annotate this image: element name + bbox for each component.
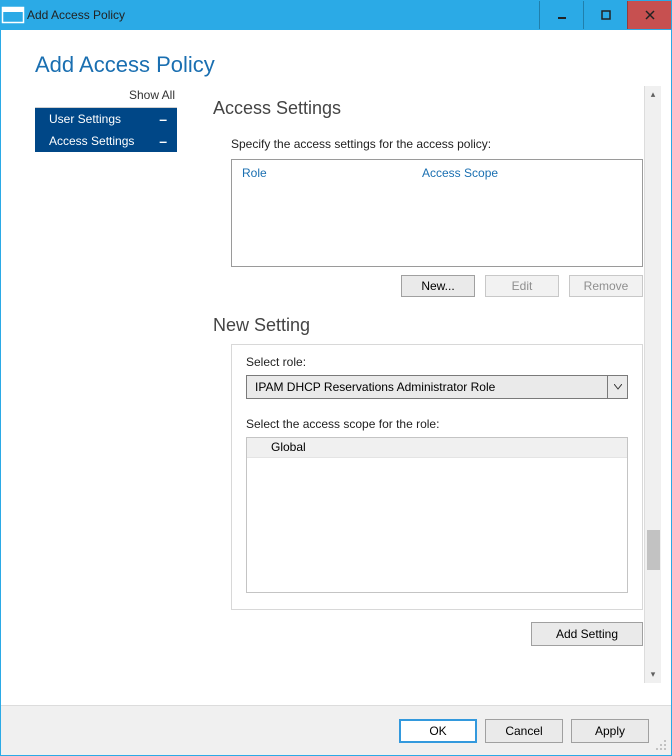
edit-button: Edit: [485, 275, 559, 297]
cancel-button[interactable]: Cancel: [485, 719, 563, 743]
column-header-role[interactable]: Role: [242, 166, 422, 180]
sidebar-item-label: User Settings: [49, 108, 121, 130]
minimize-button[interactable]: [539, 1, 583, 29]
ok-button[interactable]: OK: [399, 719, 477, 743]
role-dropdown-value: IPAM DHCP Reservations Administrator Rol…: [247, 376, 607, 398]
scroll-up-icon[interactable]: ▴: [645, 86, 661, 103]
maximize-button[interactable]: [583, 1, 627, 29]
resize-grip-icon[interactable]: [655, 739, 667, 751]
column-header-access-scope[interactable]: Access Scope: [422, 166, 632, 180]
close-button[interactable]: [627, 1, 671, 29]
window-title: Add Access Policy: [25, 8, 539, 22]
collapse-icon: –: [159, 108, 167, 130]
select-role-label: Select role:: [246, 355, 628, 369]
access-settings-help: Specify the access settings for the acce…: [231, 137, 643, 151]
vertical-scrollbar[interactable]: ▴ ▾: [644, 86, 661, 683]
access-scope-tree[interactable]: Global: [246, 437, 628, 593]
sidebar-item-user-settings[interactable]: User Settings –: [35, 108, 177, 130]
collapse-icon: –: [159, 130, 167, 152]
title-bar: Add Access Policy: [0, 0, 672, 30]
scope-item-global[interactable]: Global: [247, 438, 627, 458]
chevron-down-icon[interactable]: [607, 376, 627, 398]
new-button[interactable]: New...: [401, 275, 475, 297]
scroll-down-icon[interactable]: ▾: [645, 666, 661, 683]
app-icon: [1, 1, 25, 29]
add-setting-button[interactable]: Add Setting: [531, 622, 643, 646]
remove-button: Remove: [569, 275, 643, 297]
show-all-link[interactable]: Show All: [35, 86, 183, 104]
role-dropdown[interactable]: IPAM DHCP Reservations Administrator Rol…: [246, 375, 628, 399]
new-setting-panel: Select role: IPAM DHCP Reservations Admi…: [231, 344, 643, 610]
scrollbar-thumb[interactable]: [647, 530, 660, 570]
apply-button[interactable]: Apply: [571, 719, 649, 743]
sidebar-item-access-settings[interactable]: Access Settings –: [35, 130, 177, 152]
sidebar-item-label: Access Settings: [49, 130, 134, 152]
dialog-footer: OK Cancel Apply: [1, 705, 671, 755]
access-settings-table: Role Access Scope: [231, 159, 643, 267]
select-scope-label: Select the access scope for the role:: [246, 417, 628, 431]
access-settings-title: Access Settings: [213, 98, 643, 119]
new-setting-title: New Setting: [213, 315, 643, 336]
page-heading: Add Access Policy: [11, 30, 661, 86]
sidebar: Show All User Settings – Access Settings…: [11, 86, 183, 683]
